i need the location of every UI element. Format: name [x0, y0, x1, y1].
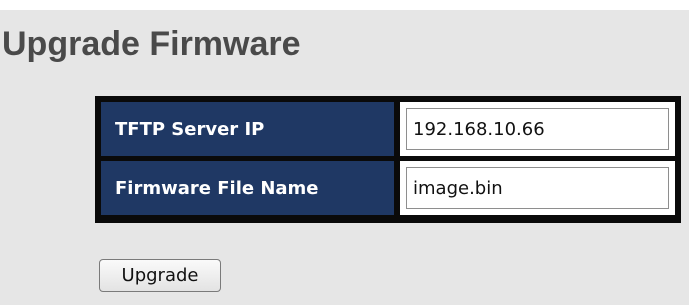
- tftp-server-ip-row: TFTP Server IP: [101, 102, 675, 156]
- tftp-server-ip-label-cell: TFTP Server IP: [101, 102, 394, 156]
- upgrade-button[interactable]: Upgrade: [99, 259, 221, 292]
- firmware-file-name-label-cell: Firmware File Name: [101, 161, 394, 215]
- firmware-file-name-input[interactable]: [406, 167, 669, 209]
- firmware-file-name-value-cell: [400, 161, 675, 215]
- firmware-form-table: TFTP Server IP Firmware File Name: [95, 96, 681, 223]
- firmware-file-name-label: Firmware File Name: [115, 177, 319, 199]
- tftp-server-ip-value-cell: [400, 102, 675, 156]
- page-title: Upgrade Firmware: [2, 25, 301, 63]
- tftp-server-ip-input[interactable]: [406, 108, 669, 150]
- firmware-file-name-row: Firmware File Name: [101, 161, 675, 215]
- tftp-server-ip-label: TFTP Server IP: [115, 118, 265, 140]
